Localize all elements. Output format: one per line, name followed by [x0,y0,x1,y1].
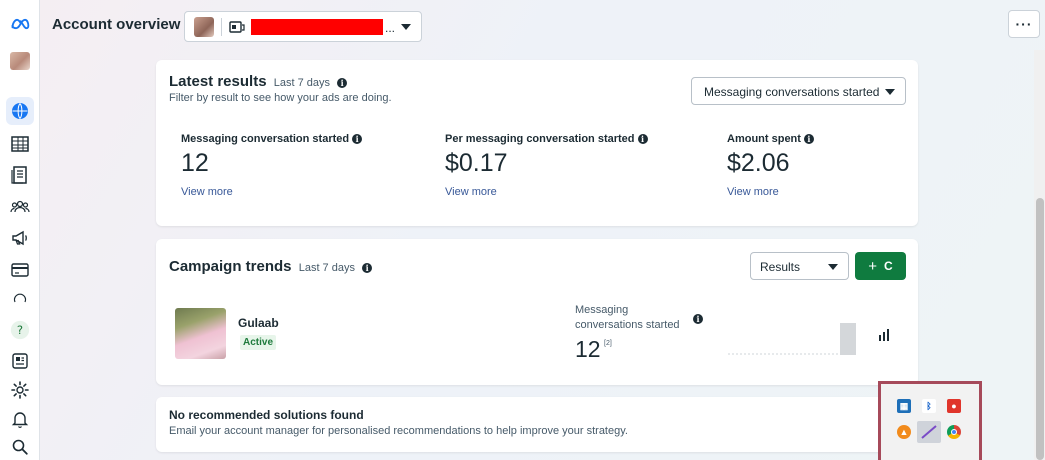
result-filter-value: Messaging conversations started [704,85,880,99]
latest-results-title: Latest results Last 7 days i [169,73,348,90]
info-icon[interactable]: i [637,134,648,144]
latest-results-card: Latest results Last 7 days i Filter by r… [156,60,918,226]
redacted-account-name [251,19,383,35]
campaign-trends-heading: Campaign trends [169,258,292,275]
metric-label: Messaging conversation started i [181,133,363,145]
scrollbar-thumb[interactable] [1036,198,1044,460]
bluetooth-icon[interactable]: ᛒ [922,399,936,413]
account-thumbnail [194,17,214,37]
overview-icon[interactable] [6,97,34,125]
info-icon[interactable]: i [803,134,814,144]
page-title: Account overview [52,16,181,33]
status-badge: Active [240,335,277,350]
latest-results-subtitle: Filter by result to see how your ads are… [169,92,392,104]
bar-chart-icon[interactable] [878,328,892,342]
metric-label: Amount spent i [727,133,814,145]
view-more-link[interactable]: View more [181,186,233,198]
result-filter-dropdown[interactable]: Messaging conversations started [691,77,906,105]
record-icon[interactable]: ● [947,399,961,413]
chevron-down-icon [885,89,895,95]
view-more-link[interactable]: View more [445,186,497,198]
notifications-icon[interactable] [6,405,34,433]
campaign-trends-title: Campaign trends Last 7 days i [169,258,373,275]
chevron-down-icon [828,264,838,270]
divider [221,18,222,36]
more-options-button[interactable]: ··· [1008,10,1040,38]
view-more-link[interactable]: View more [727,186,779,198]
metric-label-text: Per messaging conversation started [445,133,635,145]
info-icon[interactable]: i [362,263,373,273]
chevron-down-icon [401,24,411,30]
campaign-trends-card: Campaign trends Last 7 days i Results + … [156,239,918,385]
recommendations-title: No recommended solutions found [169,408,364,422]
create-label: C [884,259,893,273]
campaign-name[interactable]: Gulaab [238,316,279,330]
pen-icon[interactable] [917,421,941,443]
audience-icon[interactable] [6,193,34,221]
campaigns-icon[interactable] [6,224,34,252]
help-icon[interactable]: ? [6,316,34,344]
metric-value: $0.17 [445,149,508,177]
ad-account-icon [229,21,245,33]
chrome-icon[interactable] [947,425,961,439]
footnote-marker: [2] [604,340,612,347]
profile-avatar[interactable] [10,52,30,70]
billing-icon[interactable] [6,256,34,284]
recommendations-card: No recommended solutions found Email you… [156,397,918,452]
system-tray-popup: ▦ ᛒ ● ▲ [878,381,982,460]
meta-logo-icon[interactable] [6,10,34,38]
campaign-metric-label: Messaging conversations started [575,304,680,331]
info-icon[interactable]: i [693,314,703,324]
svg-text:?: ? [17,323,23,337]
news-icon[interactable] [6,347,34,375]
info-icon[interactable]: i [337,78,348,88]
trend-metric-value: Results [760,260,801,274]
metric-label-text: Amount spent [727,133,801,145]
metric-label-text: Messaging conversation started [181,133,350,145]
info-icon[interactable]: i [352,134,363,144]
app-icon[interactable]: ▦ [897,399,911,413]
trend-metric-dropdown[interactable]: Results [750,252,849,280]
account-name-suffix: ... [385,21,396,35]
metric-label: Per messaging conversation started i [445,133,648,145]
campaign-trends-period: Last 7 days [298,262,355,274]
campaign-sparkline [728,323,856,355]
plus-icon: + [868,257,878,275]
create-campaign-button[interactable]: + C [855,252,906,280]
metric-value: 12 [181,149,209,177]
vlc-icon[interactable]: ▲ [897,425,911,439]
search-icon[interactable] [6,433,34,460]
latest-results-heading: Latest results [169,73,267,90]
sparkline-bar [840,323,856,355]
loading-icon [6,285,34,313]
pages-icon[interactable] [6,161,34,189]
metric-value: $2.06 [727,149,790,177]
account-selector[interactable]: ... [184,11,422,42]
campaign-metric-value: 12 [575,336,601,362]
campaign-thumbnail[interactable] [175,308,226,359]
latest-results-period: Last 7 days [273,77,330,89]
settings-icon[interactable] [6,376,34,404]
table-icon[interactable] [6,130,34,158]
recommendations-body: Email your account manager for personali… [169,425,628,437]
left-nav-rail: ? [0,0,40,460]
